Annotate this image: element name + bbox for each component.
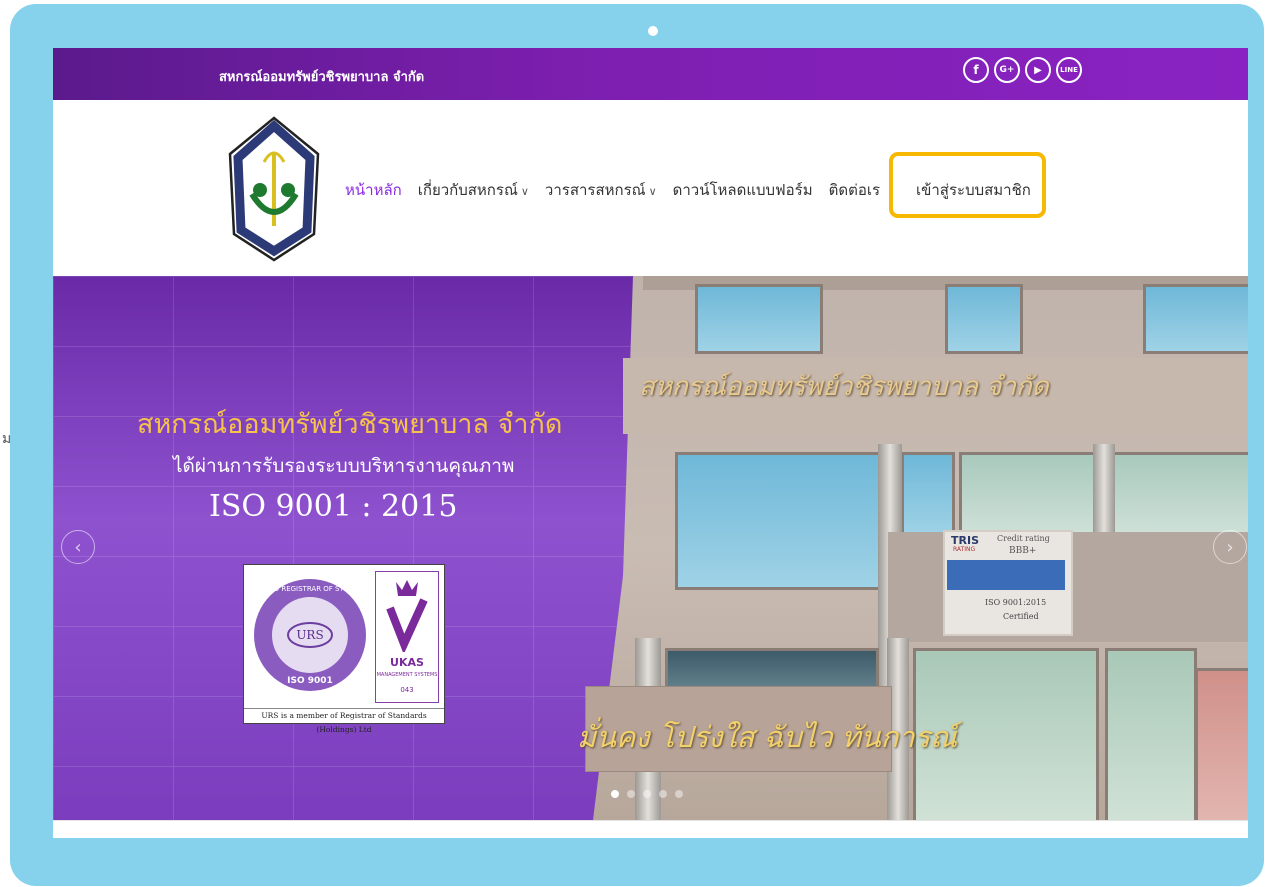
- urs-center-text: URS: [296, 628, 323, 642]
- building-window: [675, 452, 887, 590]
- building-pillar: [1093, 444, 1115, 534]
- nav-journal[interactable]: วารสารสหกรณ์ ∨: [545, 178, 657, 202]
- social-links: f G+ ▶ LINE: [963, 57, 1082, 83]
- hero-iso-text: ISO 9001 : 2015: [209, 489, 458, 524]
- slider-dot[interactable]: [659, 790, 667, 798]
- chevron-down-icon: ∨: [520, 185, 529, 198]
- nav-about[interactable]: เกี่ยวกับสหกรณ์ ∨: [418, 178, 529, 202]
- main-nav: หน้าหลัก เกี่ยวกับสหกรณ์ ∨ วารสารสหกรณ์ ∨ …: [345, 178, 896, 202]
- building-slogan: มั่นคง โปร่งใส ฉับไว ทันการณ์: [577, 720, 958, 754]
- iso-certificate-badge: URS UNITED REGISTRAR OF SYSTEMS ISO 9001…: [243, 564, 445, 734]
- urs-ring-text: UNITED REGISTRAR OF SYSTEMS: [253, 585, 368, 593]
- ukas-label: UKAS: [390, 656, 424, 669]
- google-plus-icon[interactable]: G+: [994, 57, 1020, 83]
- hero-subtitle: ได้ผ่านการรับรองระบบบริหารงานคุณภาพ: [173, 455, 515, 477]
- site-header: หน้าหลัก เกี่ยวกับสหกรณ์ ∨ วารสารสหกรณ์ ∨ …: [53, 100, 1248, 276]
- top-bar: สหกรณ์ออมทรัพย์วชิรพยาบาล จำกัด f G+ ▶ L…: [53, 48, 1248, 100]
- building-window: [1105, 648, 1197, 820]
- iso-certified-line: ISO 9001:2015: [985, 598, 1047, 607]
- building-window: [945, 284, 1023, 354]
- urs-seal-icon: URS UNITED REGISTRAR OF SYSTEMS ISO 9001: [253, 579, 368, 691]
- slider-dot[interactable]: [675, 790, 683, 798]
- website-screen: สหกรณ์ออมทรัพย์วชิรพยาบาล จำกัด f G+ ▶ L…: [53, 48, 1248, 838]
- crown-check-icon: [386, 580, 428, 652]
- building-window: [1143, 284, 1248, 354]
- slider-dots: [611, 790, 683, 798]
- urs-iso-text: ISO 9001: [287, 676, 333, 686]
- facebook-icon[interactable]: f: [963, 57, 989, 83]
- tris-logo-sub: RATING: [953, 546, 976, 553]
- hero-title: สหกรณ์ออมทรัพย์วชิรพยาบาล จำกัด: [137, 409, 563, 440]
- nav-member-login[interactable]: เข้าสู่ระบบสมาชิก: [916, 178, 1031, 202]
- tris-rating-value: BBB+: [1009, 546, 1037, 556]
- hero-slider: สหกรณ์ออมทรัพย์วชิรพยาบาล จำกัด TRIS RAT…: [53, 276, 1248, 820]
- building-window: [901, 452, 955, 538]
- slider-next-arrow[interactable]: ›: [1213, 530, 1247, 564]
- nav-contact[interactable]: ติดต่อเร: [829, 178, 880, 202]
- hero-pattern: [53, 276, 653, 820]
- site-name: สหกรณ์ออมทรัพย์วชิรพยาบาล จำกัด: [219, 70, 425, 85]
- nav-about-label: เกี่ยวกับสหกรณ์: [417, 181, 518, 199]
- page-bottom-strip: [53, 820, 1248, 838]
- building-window: [1195, 668, 1248, 820]
- blue-banner: [947, 560, 1065, 590]
- youtube-icon[interactable]: ▶: [1025, 57, 1051, 83]
- nav-home[interactable]: หน้าหลัก: [345, 178, 402, 202]
- line-icon[interactable]: LINE: [1056, 57, 1082, 83]
- building-sign: สหกรณ์ออมทรัพย์วชิรพยาบาล จำกัด: [639, 372, 1049, 402]
- tris-rating-title: Credit rating: [997, 534, 1050, 543]
- chevron-down-icon: ∨: [648, 185, 657, 198]
- slider-prev-arrow[interactable]: ‹: [61, 530, 95, 564]
- camera-dot: [648, 26, 658, 36]
- iso-certified-label: Certified: [1003, 612, 1039, 621]
- building-window: [695, 284, 823, 354]
- ukas-mark: UKAS MANAGEMENT SYSTEMS 043: [375, 571, 439, 703]
- ukas-number: 043: [400, 686, 414, 694]
- nav-download-forms[interactable]: ดาวน์โหลดแบบฟอร์ม: [673, 178, 813, 202]
- cert-footer-text: URS is a member of Registrar of Standard…: [244, 708, 444, 734]
- ukas-sub-label: MANAGEMENT SYSTEMS: [376, 672, 438, 678]
- slider-dot[interactable]: [643, 790, 651, 798]
- coop-logo[interactable]: [226, 114, 322, 264]
- tris-rating-board: TRIS RATING Credit rating BBB+ ISO 9001:…: [943, 530, 1073, 636]
- slider-dot[interactable]: [627, 790, 635, 798]
- nav-journal-label: วารสารสหกรณ์: [544, 181, 646, 199]
- slider-dot[interactable]: [611, 790, 619, 798]
